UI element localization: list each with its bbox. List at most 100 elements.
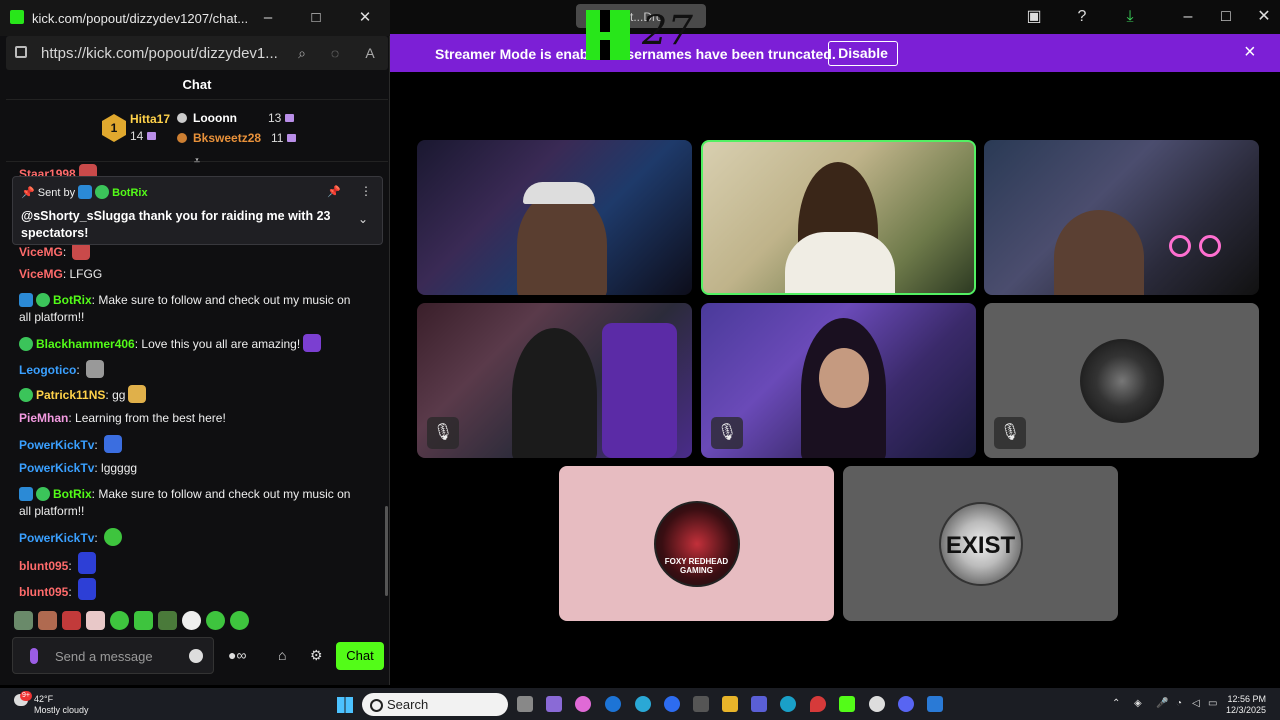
- video-tile-active[interactable]: [701, 140, 976, 295]
- list-item: blunt095:: [19, 578, 364, 601]
- copilot-icon[interactable]: [546, 696, 562, 712]
- address-bar[interactable]: https://kick.com/popout/dizzydev1... ⌕ ◌…: [6, 36, 388, 70]
- video-tile[interactable]: FOXY REDHEAD GAMING: [559, 466, 834, 621]
- volume-icon[interactable]: ◁: [1192, 698, 1200, 709]
- microphone-tray-icon[interactable]: 🎤: [1156, 698, 1168, 709]
- video-tile[interactable]: 🎙: [984, 303, 1259, 458]
- emote-icon[interactable]: [182, 611, 201, 630]
- close-icon[interactable]: ✕: [355, 9, 375, 27]
- weather-widget[interactable]: 42°F Mostly cloudy: [34, 694, 89, 716]
- wifi-icon[interactable]: ◔: [1176, 698, 1182, 709]
- leader-first-name[interactable]: Hitta17: [130, 112, 170, 126]
- microphone-icon[interactable]: [30, 648, 38, 664]
- chat-username[interactable]: PieMhan: [19, 411, 68, 425]
- list-item: Leogotico:: [19, 360, 364, 379]
- zoom-app-icon[interactable]: [664, 696, 680, 712]
- tracking-prevention-icon[interactable]: ◌: [326, 44, 344, 62]
- read-aloud-icon[interactable]: A: [361, 44, 379, 62]
- maximize-icon[interactable]: □: [306, 9, 326, 27]
- record-icon[interactable]: ▣: [1022, 6, 1046, 28]
- banner-close-icon[interactable]: ×: [1244, 42, 1256, 62]
- video-tile[interactable]: 🎙: [417, 303, 692, 458]
- chevron-down-icon[interactable]: ⌄: [358, 212, 368, 226]
- chat-username[interactable]: PowerKickTv: [19, 531, 94, 545]
- emote-icon[interactable]: [86, 611, 105, 630]
- exist-avatar: EXIST: [938, 501, 1023, 586]
- emote-icon[interactable]: [14, 611, 33, 630]
- taskbar-search[interactable]: Search: [362, 693, 508, 716]
- emote-icon: [78, 552, 97, 574]
- leader-first-count: 14: [130, 129, 144, 143]
- emote-icon[interactable]: [62, 611, 81, 630]
- chat-username[interactable]: Patrick11NS: [36, 388, 105, 402]
- settings-app-icon[interactable]: [869, 696, 885, 712]
- taskbar-clock[interactable]: 12:56 PM 12/3/2025: [1224, 694, 1266, 716]
- windows-taskbar: 9+ 42°F Mostly cloudy Search ⌃ ◈ 🎤 ◔ ◁ ▭…: [0, 688, 1280, 720]
- clock-date: 12/3/2025: [1225, 705, 1266, 715]
- download-icon[interactable]: ⤓: [1118, 6, 1142, 28]
- zoom-icon[interactable]: ⌕: [293, 44, 311, 62]
- chat-username[interactable]: BotRix: [53, 487, 92, 501]
- chat-username[interactable]: Leogotico: [19, 363, 76, 377]
- minimize-icon[interactable]: –: [258, 9, 278, 27]
- channel-points-icon[interactable]: ●∞: [228, 647, 246, 663]
- gaming-chair: [602, 323, 677, 458]
- discord-icon[interactable]: [898, 696, 914, 712]
- video-tile[interactable]: 🎙: [701, 303, 976, 458]
- emote-icon[interactable]: [230, 611, 249, 630]
- battery-icon[interactable]: ▭: [1208, 698, 1217, 709]
- emote-icon[interactable]: [38, 611, 57, 630]
- app-icon[interactable]: [927, 696, 943, 712]
- chat-username[interactable]: PowerKickTv: [19, 461, 94, 475]
- settings-gear-icon[interactable]: ⚙: [310, 647, 323, 664]
- chat-username[interactable]: blunt095: [19, 559, 68, 573]
- browser-icon[interactable]: [635, 696, 651, 712]
- store-icon[interactable]: [693, 696, 709, 712]
- tray-overflow-icon[interactable]: ⌃: [1112, 698, 1120, 709]
- emote-icon[interactable]: [158, 611, 177, 630]
- leader-second-row[interactable]: Looonn: [177, 111, 237, 125]
- chat-scrollbar[interactable]: [385, 506, 388, 596]
- send-chat-button[interactable]: Chat: [336, 642, 384, 670]
- more-options-icon[interactable]: ⋮: [360, 184, 372, 198]
- kick-favicon-icon: [10, 10, 24, 24]
- tray-app-icon[interactable]: ◈: [1134, 698, 1142, 709]
- leader-third-row[interactable]: Bksweetz28: [177, 131, 261, 145]
- pinned-sender[interactable]: BotRix: [112, 187, 147, 199]
- bot-badge-icon: [78, 185, 93, 199]
- maximize-icon[interactable]: □: [1214, 6, 1238, 28]
- kick-app-icon[interactable]: [839, 696, 855, 712]
- video-tile[interactable]: [984, 140, 1259, 295]
- help-icon[interactable]: ?: [1070, 6, 1094, 28]
- chat-username[interactable]: ViceMG: [19, 245, 63, 259]
- video-tile[interactable]: EXIST: [843, 466, 1118, 621]
- chat-username[interactable]: Blackhammer406: [36, 337, 135, 351]
- app-top-bar: Butt...Dro 27 ▣ ? ⤓ – □ ✕: [390, 0, 1280, 60]
- video-tile[interactable]: [417, 140, 692, 295]
- chat-username[interactable]: blunt095: [19, 585, 68, 599]
- gift-shop-icon[interactable]: ⌂: [278, 647, 286, 663]
- edge-icon[interactable]: [780, 696, 796, 712]
- pin-icon[interactable]: 📌: [327, 185, 341, 198]
- teams-icon[interactable]: [751, 696, 767, 712]
- close-icon[interactable]: ✕: [1252, 6, 1276, 28]
- verified-badge-icon: [95, 185, 110, 199]
- address-url[interactable]: https://kick.com/popout/dizzydev1...: [41, 45, 278, 62]
- windows-start-icon[interactable]: [337, 697, 353, 713]
- file-explorer-icon[interactable]: [722, 696, 738, 712]
- emote-icon[interactable]: [206, 611, 225, 630]
- emoji-picker-icon[interactable]: [189, 649, 203, 663]
- chat-input[interactable]: Send a message: [12, 637, 214, 674]
- chat-username[interactable]: ViceMG: [19, 267, 63, 281]
- task-view-icon[interactable]: [517, 696, 533, 712]
- chat-username[interactable]: BotRix: [53, 293, 92, 307]
- pinned-message[interactable]: 📌 Sent by BotRix @sShorty_sSlugga thank …: [12, 176, 383, 245]
- minimize-icon[interactable]: –: [1176, 6, 1200, 28]
- disable-button[interactable]: Disable: [828, 41, 898, 66]
- emote-icon[interactable]: [110, 611, 129, 630]
- emote-icon[interactable]: [134, 611, 153, 630]
- hp-icon[interactable]: [605, 696, 621, 712]
- maps-icon[interactable]: [810, 696, 826, 712]
- chat-username[interactable]: PowerKickTv: [19, 438, 94, 452]
- copilot-app-icon[interactable]: [575, 696, 591, 712]
